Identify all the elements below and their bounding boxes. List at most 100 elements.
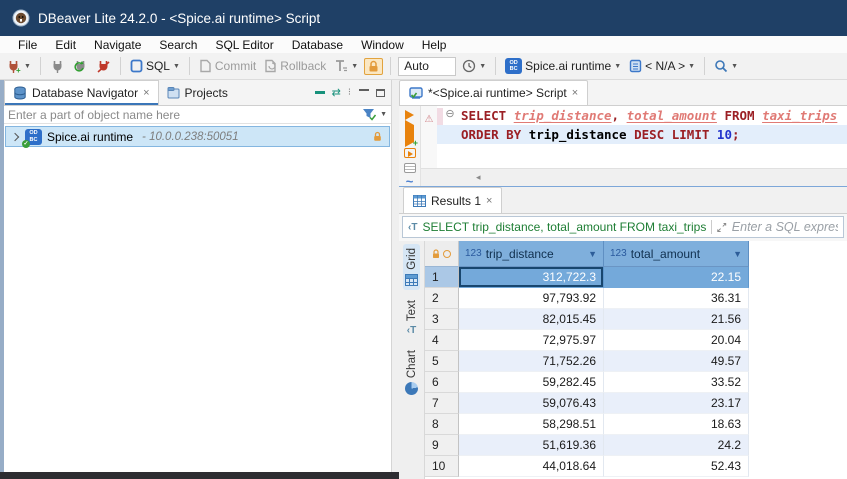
tree-item-connection[interactable]: OD BC ✓ Spice.ai runtime - 10.0.0.238:50… — [5, 126, 390, 147]
menu-search[interactable]: Search — [151, 38, 205, 52]
cell-total-amount[interactable]: 23.17 — [604, 393, 749, 414]
cell-trip-distance[interactable]: 51,619.36 — [459, 435, 604, 456]
row-number[interactable]: 6 — [425, 372, 459, 393]
query-analysis-icon[interactable]: ~ — [406, 178, 414, 186]
panel-splitter[interactable] — [392, 80, 399, 479]
sql-line-1[interactable]: SELECT trip_distance, total_amount FROM … — [461, 106, 847, 125]
row-number[interactable]: 4 — [425, 330, 459, 351]
minimize-icon[interactable] — [359, 89, 369, 97]
cell-total-amount[interactable]: 18.63 — [604, 414, 749, 435]
cell-trip-distance[interactable]: 59,282.45 — [459, 372, 604, 393]
connect-button[interactable] — [48, 57, 67, 76]
scroll-left-icon[interactable]: ◂ — [476, 172, 481, 183]
grid-corner-cell[interactable] — [425, 241, 459, 267]
sql-line-2[interactable]: ORDER BY trip_distance DESC LIMIT 10; — [437, 125, 847, 144]
menu-help[interactable]: Help — [414, 38, 455, 52]
cell-trip-distance[interactable]: 44,018.64 — [459, 456, 604, 477]
caret-down-icon[interactable]: ▼ — [380, 111, 387, 118]
cell-trip-distance[interactable]: 72,975.97 — [459, 330, 604, 351]
object-filter-input[interactable] — [8, 108, 358, 122]
rollback-button[interactable]: Rollback — [262, 57, 328, 75]
menu-window[interactable]: Window — [353, 38, 412, 52]
cell-trip-distance[interactable]: 97,793.92 — [459, 288, 604, 309]
close-icon[interactable]: × — [572, 87, 578, 99]
cell-total-amount[interactable]: 24.2 — [604, 435, 749, 456]
active-connection-selector[interactable]: OD BC Spice.ai runtime ▼ — [503, 56, 623, 76]
connection-lock-button[interactable] — [364, 58, 383, 75]
transaction-log-button[interactable]: ▼ — [332, 57, 360, 75]
cell-trip-distance[interactable]: 312,722.3 — [459, 267, 604, 288]
previous-transactions-button[interactable]: ▼ — [460, 57, 488, 75]
editor-horizontal-scrollbar[interactable]: ◂ — [421, 168, 847, 186]
search-button[interactable]: ▼ — [712, 57, 740, 75]
sql-editor-button[interactable]: SQL ▼ — [128, 57, 182, 75]
tab-results-1[interactable]: Results 1 × — [403, 187, 502, 213]
cell-total-amount[interactable]: 33.52 — [604, 372, 749, 393]
cell-total-amount[interactable]: 52.43 — [604, 456, 749, 477]
table-row[interactable]: 10 44,018.64 52.43 — [425, 456, 847, 477]
sort-desc-icon[interactable]: ▼ — [588, 249, 597, 259]
row-number[interactable]: 2 — [425, 288, 459, 309]
tab-grid-view[interactable]: Grid — [403, 244, 420, 290]
table-row[interactable]: 7 59,076.43 23.17 — [425, 393, 847, 414]
menu-edit[interactable]: Edit — [47, 38, 84, 52]
caret-down-icon[interactable]: ▼ — [479, 63, 486, 70]
cell-trip-distance[interactable]: 59,076.43 — [459, 393, 604, 414]
link-editor-icon[interactable]: ⇄ — [332, 86, 341, 99]
expression-placeholder[interactable]: Enter a SQL expression to — [732, 220, 838, 234]
execute-new-tab-icon[interactable]: + — [405, 125, 414, 143]
sort-desc-icon[interactable]: ▼ — [733, 249, 742, 259]
cell-total-amount[interactable]: 22.15 — [604, 267, 749, 288]
cell-trip-distance[interactable]: 58,298.51 — [459, 414, 604, 435]
row-number[interactable]: 3 — [425, 309, 459, 330]
transaction-mode-combo[interactable]: Auto — [398, 57, 456, 76]
table-row[interactable]: 9 51,619.36 24.2 — [425, 435, 847, 456]
cell-total-amount[interactable]: 36.31 — [604, 288, 749, 309]
menu-database[interactable]: Database — [284, 38, 351, 52]
editor-body[interactable]: ⚠ ⊖ SELECT trip_distance, total_amount F… — [421, 106, 847, 168]
active-database-selector[interactable]: < N/A > ▼ — [627, 57, 697, 75]
table-row[interactable]: 6 59,282.45 33.52 — [425, 372, 847, 393]
reconnect-button[interactable] — [71, 57, 90, 76]
caret-down-icon[interactable]: ▼ — [688, 63, 695, 70]
table-row[interactable]: 4 72,975.97 20.04 — [425, 330, 847, 351]
row-number[interactable]: 1 — [425, 267, 459, 288]
table-row[interactable]: 1 312,722.3 22.15 — [425, 267, 847, 288]
caret-down-icon[interactable]: ▼ — [24, 63, 31, 70]
tab-database-navigator[interactable]: Database Navigator × — [4, 80, 159, 105]
menu-file[interactable]: File — [10, 38, 45, 52]
column-header-trip-distance[interactable]: 123 trip_distance ▼ — [459, 241, 604, 267]
close-icon[interactable]: × — [486, 195, 492, 207]
explain-plan-icon[interactable] — [404, 163, 416, 173]
tab-text-view[interactable]: Text ‹T — [404, 296, 420, 340]
column-header-total-amount[interactable]: 123 total_amount ▼ — [604, 241, 749, 267]
expander-chevron-icon[interactable] — [11, 132, 19, 140]
filter-icon[interactable] — [362, 108, 376, 121]
table-row[interactable]: 5 71,752.26 49.57 — [425, 351, 847, 372]
caret-down-icon[interactable]: ▼ — [614, 63, 621, 70]
cell-total-amount[interactable]: 49.57 — [604, 351, 749, 372]
row-number[interactable]: 8 — [425, 414, 459, 435]
caret-down-icon[interactable]: ▼ — [351, 63, 358, 70]
cell-trip-distance[interactable]: 82,015.45 — [459, 309, 604, 330]
expand-icon[interactable] — [717, 221, 726, 234]
table-row[interactable]: 8 58,298.51 18.63 — [425, 414, 847, 435]
code-area[interactable]: SELECT trip_distance, total_amount FROM … — [457, 106, 847, 168]
collapse-region-icon[interactable]: ⊖ — [445, 108, 454, 120]
caret-down-icon[interactable]: ▼ — [173, 63, 180, 70]
tab-chart-view[interactable]: Chart — [403, 346, 420, 399]
view-menu-icon[interactable]: ⁝ — [348, 87, 352, 98]
cell-total-amount[interactable]: 20.04 — [604, 330, 749, 351]
row-number[interactable]: 10 — [425, 456, 459, 477]
menu-sql-editor[interactable]: SQL Editor — [207, 38, 281, 52]
table-row[interactable]: 2 97,793.92 36.31 — [425, 288, 847, 309]
tab-sql-script[interactable]: *<Spice.ai runtime> Script × — [399, 80, 588, 105]
collapse-all-icon[interactable] — [315, 91, 325, 94]
maximize-icon[interactable] — [376, 89, 385, 97]
row-number[interactable]: 9 — [425, 435, 459, 456]
commit-button[interactable]: Commit — [197, 57, 258, 75]
new-connection-button[interactable]: + ▼ — [4, 57, 33, 76]
cell-trip-distance[interactable]: 71,752.26 — [459, 351, 604, 372]
cell-total-amount[interactable]: 21.56 — [604, 309, 749, 330]
table-row[interactable]: 3 82,015.45 21.56 — [425, 309, 847, 330]
